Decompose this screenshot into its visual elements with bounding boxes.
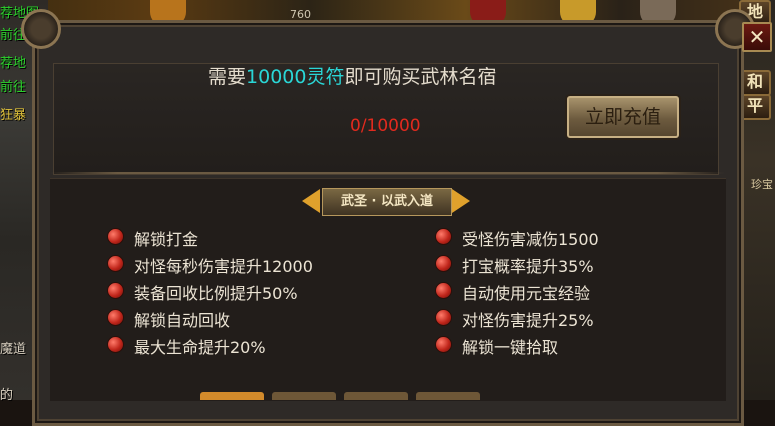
- title-banner: 武圣 · 以武入道: [300, 186, 472, 216]
- perk-label: 对怪伤害提升25%: [462, 311, 594, 330]
- bullet-icon: [108, 310, 123, 325]
- tab-button[interactable]: [416, 392, 480, 400]
- perk-label: 解锁一键拾取: [462, 338, 559, 357]
- section-divider: [50, 172, 725, 174]
- corner-ornament-icon: [21, 9, 61, 49]
- bullet-icon: [108, 229, 123, 244]
- perk-label: 最大生命提升20%: [134, 338, 266, 357]
- arrow-right-icon: [452, 189, 470, 213]
- bullet-icon: [108, 283, 123, 298]
- perk-label: 装备回收比例提升50%: [134, 284, 298, 303]
- recharge-button[interactable]: 立即充值: [567, 96, 679, 138]
- requirement-prefix: 需要: [208, 66, 247, 88]
- perk-label: 解锁打金: [134, 230, 199, 249]
- required-amount: 10000灵符: [246, 66, 345, 88]
- requirement-text: 需要10000灵符即可购买武林名宿: [208, 62, 496, 89]
- perk-label: 解锁自动回收: [134, 311, 231, 330]
- requirement-suffix: 即可购买武林名宿: [344, 66, 497, 88]
- currency-progress: 0/10000: [350, 116, 421, 136]
- arrow-left-icon: [302, 189, 320, 213]
- perk-label: 对怪每秒伤害提升12000: [134, 257, 313, 276]
- bullet-icon: [108, 337, 123, 352]
- bullet-icon: [436, 229, 451, 244]
- bullet-icon: [436, 337, 451, 352]
- bullet-icon: [436, 256, 451, 271]
- bullet-icon: [108, 256, 123, 271]
- banner-title: 武圣 · 以武入道: [322, 188, 452, 216]
- tab-button[interactable]: [272, 392, 336, 400]
- right-side-menu: 地 和 平 珍宝: [739, 0, 775, 400]
- bullet-icon: [436, 310, 451, 325]
- bullet-icon: [436, 283, 451, 298]
- close-button[interactable]: ✕: [742, 22, 772, 52]
- bottom-tab-strip: [200, 392, 480, 400]
- tab-button[interactable]: [200, 392, 264, 400]
- tab-button[interactable]: [344, 392, 408, 400]
- perk-label: 打宝概率提升35%: [462, 257, 594, 276]
- perk-label: 受怪伤害减伤1500: [462, 230, 599, 249]
- perk-label: 自动使用元宝经验: [462, 284, 591, 303]
- treasure-label[interactable]: 珍宝: [751, 176, 773, 192]
